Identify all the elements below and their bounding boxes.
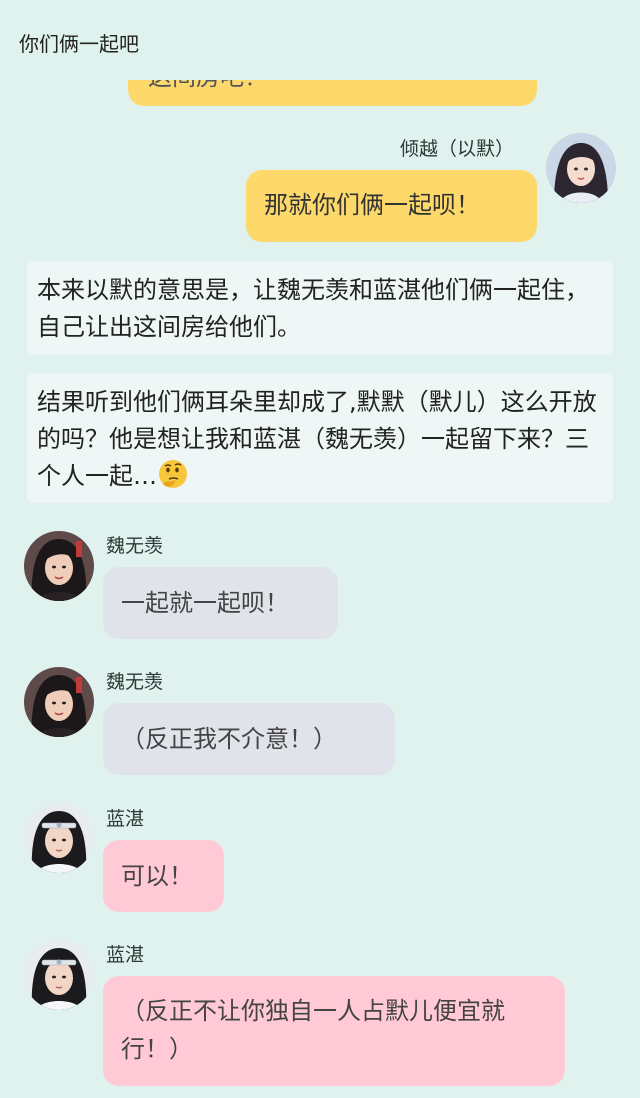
sender-name: 蓝湛 <box>106 808 145 830</box>
avatar-lanzhan[interactable] <box>24 803 94 873</box>
sender-name: 蓝湛 <box>106 944 145 966</box>
narration-box: 结果听到他们俩耳朵里却成了,默默（默儿）这么开放的吗？他是想让我和蓝湛（魏无羡）… <box>27 373 613 503</box>
app-header: 你们俩一起吧 <box>0 0 640 80</box>
narration-box: 本来以默的意思是，让魏无羡和蓝湛他们俩一起住，自己让出这间房给他们。 <box>27 261 613 355</box>
message-bubble[interactable]: 那就你们俩一起呗！ <box>246 170 537 242</box>
message-text: 可以！ <box>121 862 193 890</box>
page-title: 你们俩一起吧 <box>19 32 139 56</box>
message-text: （反正我不介意！） <box>121 725 337 753</box>
message-text: 那就你们俩一起呗！ <box>264 191 480 219</box>
sender-name: 魏无羡 <box>106 535 164 557</box>
sender-name: 倾越（以默） <box>400 138 515 160</box>
message-bubble[interactable]: （反正我不介意！） <box>103 703 395 775</box>
message-bubble[interactable]: 一起就一起呗！ <box>103 567 338 639</box>
message-bubble[interactable]: （反正不让你独自一人占默儿便宜就行！） <box>103 976 565 1086</box>
avatar-qingyue[interactable] <box>546 133 616 203</box>
avatar-weiwuxian[interactable] <box>24 667 94 737</box>
narration-text: 本来以默的意思是，让魏无羡和蓝湛他们俩一起住，自己让出这间房给他们。 <box>37 276 589 341</box>
message-text: 一起就一起呗！ <box>121 589 289 617</box>
thinking-face-icon <box>157 458 189 490</box>
avatar-weiwuxian[interactable] <box>24 531 94 601</box>
avatar-lanzhan[interactable] <box>24 940 94 1010</box>
message-text: （反正不让你独自一人占默儿便宜就行！） <box>121 997 505 1063</box>
sender-name: 魏无羡 <box>106 671 164 693</box>
narration-text: 结果听到他们俩耳朵里却成了,默默（默儿）这么开放的吗？他是想让我和蓝湛（魏无羡）… <box>37 388 597 490</box>
message-bubble[interactable]: 可以！ <box>103 840 224 912</box>
